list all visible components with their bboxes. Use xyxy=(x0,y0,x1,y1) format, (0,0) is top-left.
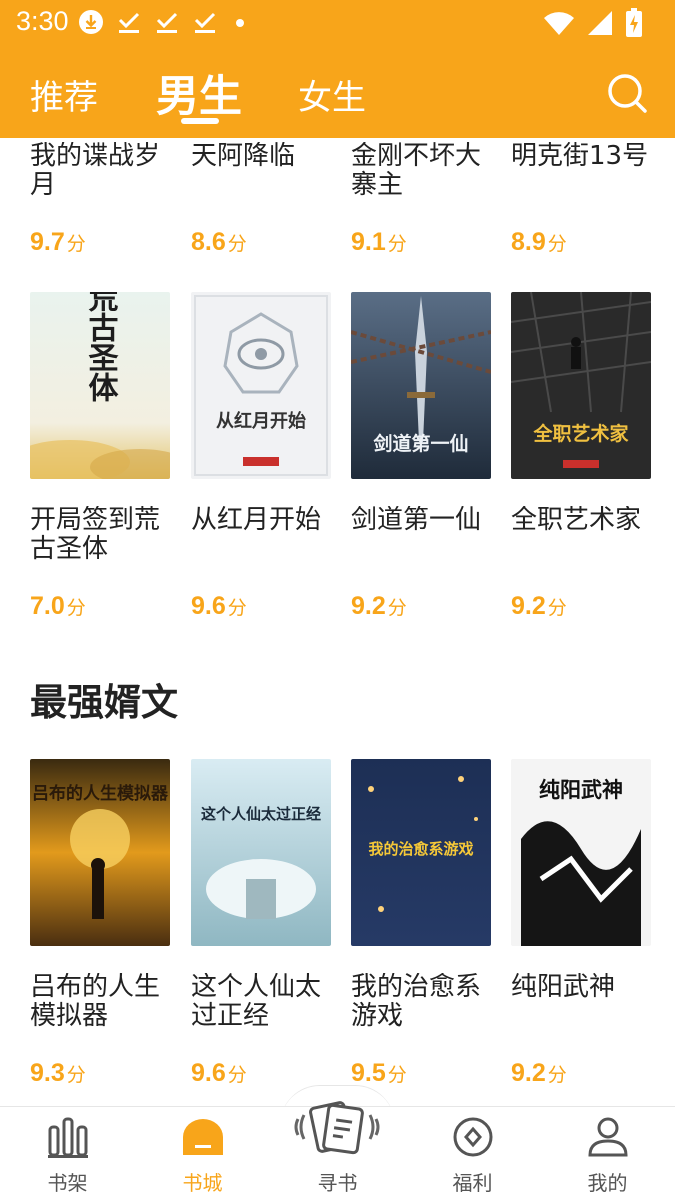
book-cover[interactable]: 荒古圣体 xyxy=(30,292,170,479)
book-score: 9.7 分 xyxy=(30,228,86,256)
wifi-icon xyxy=(544,12,574,36)
book-card[interactable]: 全职艺术家 全职艺术家 9.2 分 xyxy=(511,292,651,621)
tab-recommend[interactable]: 推荐 xyxy=(30,70,98,119)
active-tab-indicator xyxy=(181,118,219,124)
nav-label: 我的 xyxy=(587,1171,628,1195)
tab-female[interactable]: 女生 xyxy=(298,70,366,119)
cover-title-text: 从红月开始 xyxy=(216,410,306,432)
download-done-icon xyxy=(156,12,178,33)
book-cover[interactable]: 剑道第一仙 xyxy=(351,292,491,479)
search-icon xyxy=(608,74,647,113)
book-title: 这个人仙太过正经 xyxy=(191,973,322,1031)
book-title: 剑道第一仙 xyxy=(351,506,482,535)
book-card[interactable]: 吕布的人生模拟器 吕布的人生模拟器 9.3 分 xyxy=(30,759,170,1088)
book-cover[interactable]: 从红月开始 xyxy=(191,292,331,479)
book-title: 全职艺术家 xyxy=(511,506,642,535)
cover-title-text: 纯阳武神 xyxy=(539,777,623,802)
book-card[interactable]: 我的谍战岁月 9.7 分 xyxy=(30,142,170,257)
book-score: 7.0 分 xyxy=(30,592,86,620)
book-title: 天阿降临 xyxy=(191,142,296,171)
find-book-icon xyxy=(294,1101,380,1155)
cover-title-text: 荒古圣体 xyxy=(83,292,119,402)
welfare-icon xyxy=(453,1117,493,1157)
nav-label: 书城 xyxy=(182,1171,223,1195)
book-cover[interactable]: 纯阳武神 xyxy=(511,759,651,946)
book-title: 明克街13号 xyxy=(511,142,649,171)
book-score: 8.9 分 xyxy=(511,228,567,256)
nav-label: 寻书 xyxy=(317,1171,358,1195)
book-card[interactable]: 从红月开始 从红月开始 9.6 分 xyxy=(191,292,331,621)
book-feed[interactable]: 我的谍战岁月 9.7 分 天阿降临 8.6 分 金刚不坏大寨主 9.1 分 明克街13… xyxy=(0,138,675,1106)
nav-bookstore[interactable]: 书城 xyxy=(135,1107,270,1200)
book-title: 我的谍战岁月 xyxy=(30,142,161,200)
nav-label: 福利 xyxy=(452,1171,493,1195)
book-cover[interactable]: 全职艺术家 xyxy=(511,292,651,479)
download-done-icon xyxy=(194,12,216,33)
book-score: 9.2 分 xyxy=(511,592,567,620)
cover-title-text: 全职艺术家 xyxy=(532,422,629,445)
book-card[interactable]: 明克街13号 8.9 分 xyxy=(511,142,651,257)
book-title: 金刚不坏大寨主 xyxy=(351,142,482,200)
category-tabs: 推荐 男生 女生 xyxy=(0,60,675,130)
signal-icon xyxy=(588,11,612,35)
notification-icons xyxy=(78,9,250,35)
book-title: 从红月开始 xyxy=(191,506,322,535)
nav-welfare[interactable]: 福利 xyxy=(405,1107,540,1200)
status-bar: 3:30 xyxy=(0,0,675,46)
book-cover[interactable]: 我的治愈系游戏 xyxy=(351,759,491,946)
book-title: 纯阳武神 xyxy=(511,973,616,1002)
book-score: 9.6 分 xyxy=(191,592,247,620)
search-button[interactable] xyxy=(604,70,650,116)
book-card[interactable]: 这个人仙太过正经 这个人仙太过正经 9.6 分 xyxy=(191,759,331,1088)
battery-charging-icon xyxy=(626,8,642,37)
bookstore-icon xyxy=(183,1119,223,1155)
book-card[interactable]: 我的治愈系游戏 我的治愈系游戏 9.5 分 xyxy=(351,759,491,1088)
book-title: 我的治愈系游戏 xyxy=(351,973,482,1031)
more-notifications-icon xyxy=(236,19,244,27)
book-score: 9.3 分 xyxy=(30,1059,86,1087)
cover-title-text: 剑道第一仙 xyxy=(372,432,468,455)
bookshelf-icon xyxy=(48,1117,88,1158)
book-title: 吕布的人生模拟器 xyxy=(30,973,161,1031)
book-cover[interactable]: 吕布的人生模拟器 xyxy=(30,759,170,946)
nav-find-book[interactable]: 寻书 xyxy=(270,1101,405,1200)
top-bar: 3:30 推荐 男生 女生 xyxy=(0,0,675,138)
book-score: 9.2 分 xyxy=(351,592,407,620)
nav-profile[interactable]: 我的 xyxy=(540,1107,675,1200)
download-icon xyxy=(79,10,103,34)
nav-bookshelf[interactable]: 书架 xyxy=(0,1107,135,1200)
cover-title-text: 这个人仙太过正经 xyxy=(201,805,321,823)
book-title: 开局签到荒古圣体 xyxy=(30,506,161,564)
tab-male[interactable]: 男生 xyxy=(156,62,242,124)
book-cover[interactable]: 这个人仙太过正经 xyxy=(191,759,331,946)
section-title: 最强婿文 xyxy=(30,681,178,724)
download-done-icon xyxy=(118,12,140,33)
book-score: 9.6 分 xyxy=(191,1059,247,1087)
book-card[interactable]: 剑道第一仙 剑道第一仙 9.2 分 xyxy=(351,292,491,621)
book-card[interactable]: 纯阳武神 纯阳武神 9.2 分 xyxy=(511,759,651,1088)
book-card[interactable]: 金刚不坏大寨主 9.1 分 xyxy=(351,142,491,257)
book-score: 8.6 分 xyxy=(191,228,247,256)
book-card[interactable]: 荒古圣体 开局签到荒古圣体 7.0 分 xyxy=(30,292,170,621)
bottom-nav: 书架 书城 寻书 福利 我的 xyxy=(0,1101,675,1200)
cover-title-text: 吕布的人生模拟器 xyxy=(32,783,169,804)
system-icons xyxy=(543,8,643,38)
nav-label: 书架 xyxy=(47,1171,88,1195)
book-card[interactable]: 天阿降临 8.6 分 xyxy=(191,142,331,257)
book-score: 9.5 分 xyxy=(351,1059,407,1087)
profile-icon xyxy=(588,1117,628,1157)
status-time: 3:30 xyxy=(16,6,69,36)
book-score: 9.1 分 xyxy=(351,228,407,256)
book-score: 9.2 分 xyxy=(511,1059,567,1087)
cover-title-text: 我的治愈系游戏 xyxy=(368,840,473,858)
